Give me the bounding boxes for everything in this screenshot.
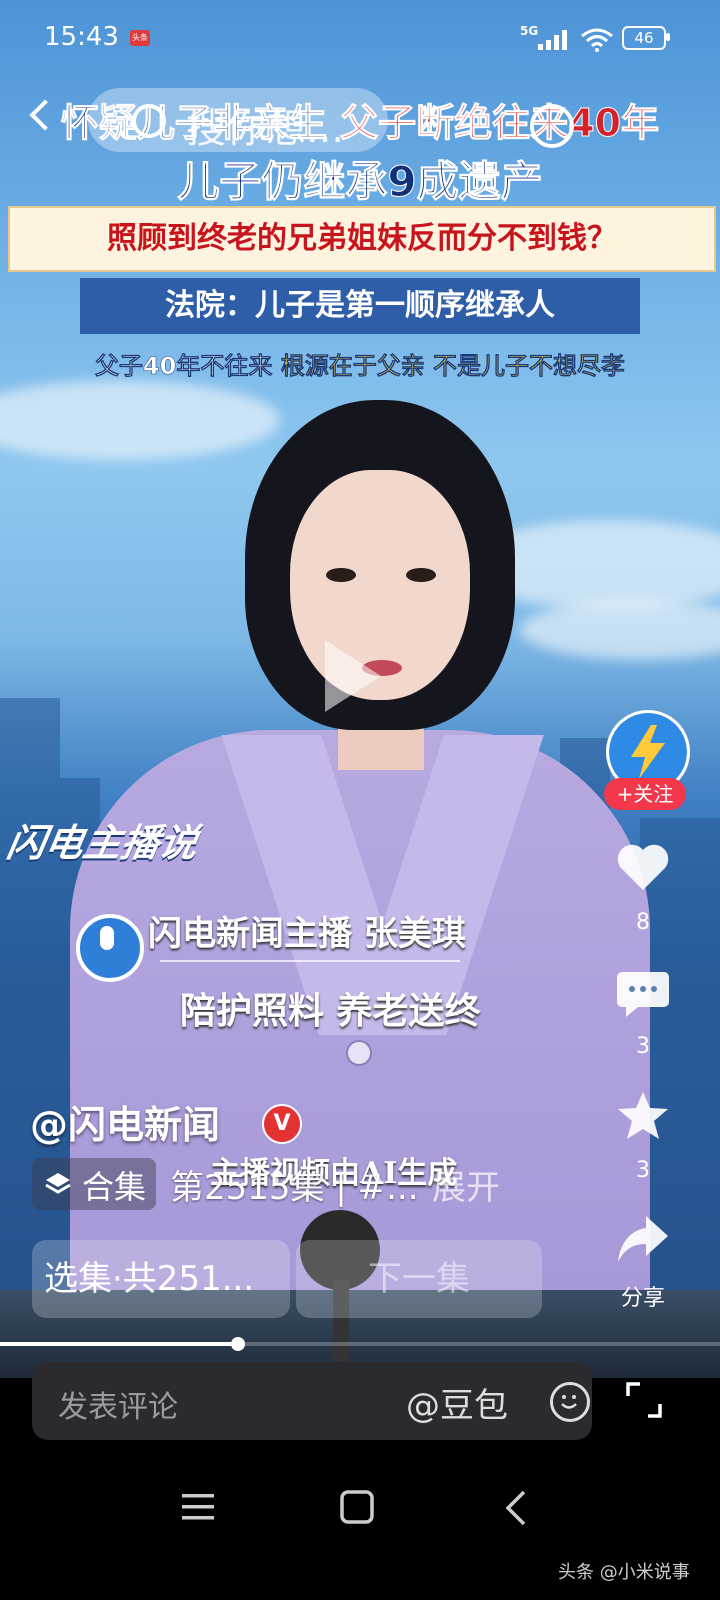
headline-line-5: 父子40年不往来 根源在于父亲 不是儿子不想尽孝 xyxy=(0,346,720,381)
mention-doubao-button[interactable]: @豆包 xyxy=(406,1378,508,1427)
status-bar: 15:43 头条 5G 46 xyxy=(0,0,720,76)
layers-icon xyxy=(45,1173,71,1194)
status-time: 15:43 xyxy=(44,22,119,52)
emoji-face xyxy=(561,1395,577,1409)
caption-divider xyxy=(160,960,460,962)
account-name[interactable]: @闪电新闻 xyxy=(30,1094,220,1149)
headline-line-1-right: 父子断绝往来40年 xyxy=(340,101,660,146)
anchor-eye xyxy=(406,568,436,582)
home-icon[interactable] xyxy=(340,1490,374,1524)
more-options-icon[interactable] xyxy=(530,104,574,148)
fullscreen-icon[interactable] xyxy=(626,1382,662,1418)
comment-placeholder: 发表评论 xyxy=(58,1390,178,1425)
suit-button xyxy=(346,1040,372,1066)
anchor-subtitle: 陪护照料 养老送终 xyxy=(180,991,481,1032)
cloud xyxy=(0,380,280,460)
headline-line-5-right: 根源在于父亲 不是儿子不想尽孝 xyxy=(280,352,626,381)
toutiao-notification-icon: 头条 xyxy=(130,30,150,46)
search-placeholder: 搜你想... xyxy=(186,106,345,152)
program-logo: 闪电主播说 xyxy=(3,821,202,865)
battery-tip xyxy=(666,33,670,41)
collection-label: 合集 xyxy=(82,1168,147,1206)
headline-line-5-left: 父子40年不往来 xyxy=(94,352,273,381)
city-building xyxy=(0,698,60,1118)
anchor-name-caption: 闪电新闻主播 张美琪 xyxy=(148,914,466,954)
next-episode-button[interactable]: 下一集 xyxy=(296,1240,542,1318)
wifi-icon xyxy=(581,28,613,52)
episodes-button[interactable]: 选集·共251... xyxy=(32,1240,290,1318)
network-type: 5G xyxy=(520,24,539,38)
anchor-eye xyxy=(326,568,356,582)
favorite-count: 3 xyxy=(636,1158,650,1183)
play-icon[interactable] xyxy=(325,640,381,712)
menu-icon[interactable] xyxy=(180,1492,216,1522)
favorite-star-icon[interactable] xyxy=(616,1090,670,1142)
back-nav-icon[interactable] xyxy=(504,1490,528,1526)
comment-count: 3 xyxy=(636,1034,650,1059)
headline-question-banner: 照顾到终老的兄弟姐妹反而分不到钱？ xyxy=(8,206,716,272)
like-count: 8 xyxy=(636,910,650,935)
expand-link[interactable]: 展开 xyxy=(432,1160,500,1209)
signal-icon xyxy=(538,30,567,50)
share-icon[interactable] xyxy=(616,1214,670,1264)
comment-icon[interactable] xyxy=(616,968,670,1020)
progress-fill xyxy=(0,1342,238,1346)
battery-icon: 46 xyxy=(622,26,666,50)
search-icon xyxy=(132,104,166,138)
watermark: 头条 @小米说事 xyxy=(558,1562,690,1583)
like-heart-icon[interactable] xyxy=(616,842,670,892)
follow-button[interactable]: +关注 xyxy=(604,778,686,810)
cloud xyxy=(520,600,720,660)
post-description: 第2515集 | #... xyxy=(170,1168,419,1208)
progress-handle[interactable] xyxy=(231,1337,245,1351)
emoji-icon[interactable] xyxy=(550,1382,590,1422)
verified-badge-icon: V xyxy=(262,1104,302,1144)
headline-line-2: 儿子仍继承9成遗产 xyxy=(177,157,543,207)
headline-court-banner: 法院：儿子是第一顺序继承人 xyxy=(80,278,640,334)
microphone-glyph xyxy=(100,926,114,950)
share-label: 分享 xyxy=(620,1286,665,1311)
